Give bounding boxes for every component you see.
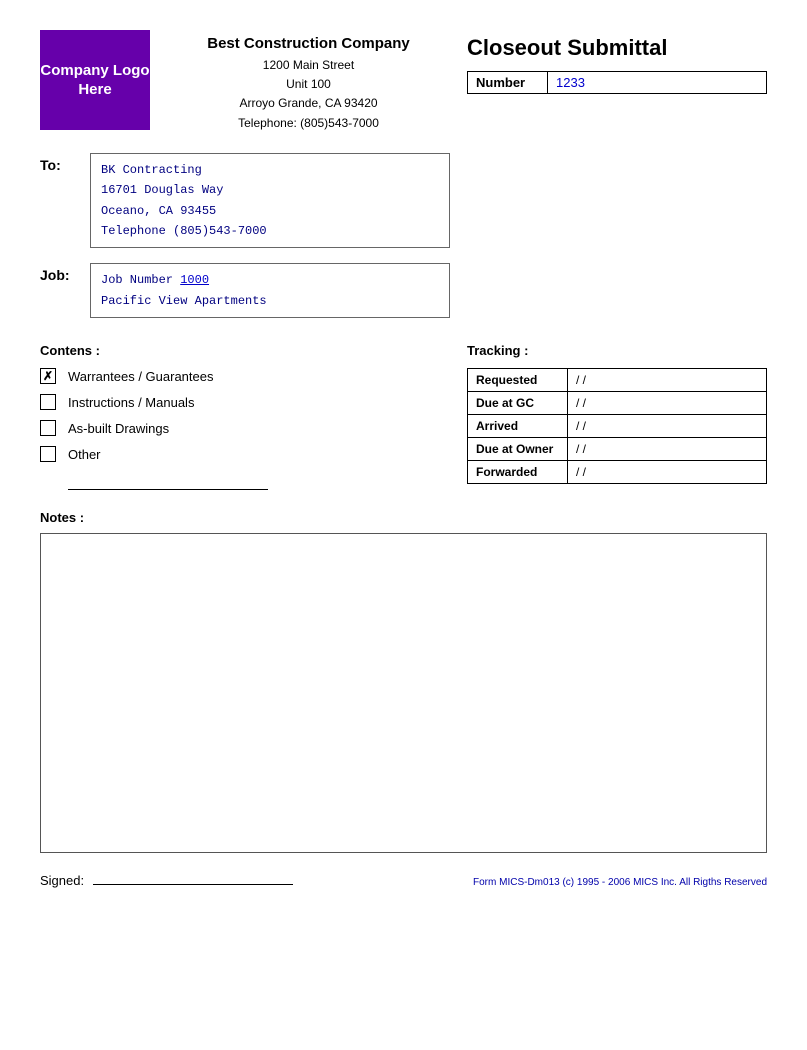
- job-section: Job: Job Number 1000 Pacific View Apartm…: [40, 263, 767, 318]
- signed-label: Signed:: [40, 873, 84, 888]
- tracking-field-2: Arrived: [468, 415, 568, 438]
- tracking-field-3: Due at Owner: [468, 438, 568, 461]
- other-underline-field: [68, 472, 268, 490]
- contents-heading: Contens :: [40, 343, 447, 358]
- checkbox-label-2: As-built Drawings: [68, 421, 169, 436]
- checkbox-item-2: As-built Drawings: [40, 420, 447, 436]
- table-row: Due at Owner / /: [468, 438, 767, 461]
- table-row: Due at GC / /: [468, 392, 767, 415]
- number-value: 1233: [548, 72, 766, 93]
- footer-copyright: Form MICS-Dm013 (c) 1995 - 2006 MICS Inc…: [473, 877, 767, 888]
- tracking-value-4: / /: [568, 461, 767, 484]
- checkbox-1[interactable]: [40, 394, 56, 410]
- notes-section: Notes :: [40, 510, 767, 853]
- checkbox-3[interactable]: [40, 446, 56, 462]
- checkbox-item-3: Other: [40, 446, 447, 462]
- table-row: Forwarded / /: [468, 461, 767, 484]
- table-row: Arrived / /: [468, 415, 767, 438]
- tracking-field-4: Forwarded: [468, 461, 568, 484]
- tracking-table: Requested / / Due at GC / / Arrived / / …: [467, 368, 767, 484]
- header: Company Logo Here Best Construction Comp…: [40, 30, 767, 133]
- checkbox-0[interactable]: ✗: [40, 368, 56, 384]
- middle-section: Contens : ✗ Warrantees / Guarantees Inst…: [40, 343, 767, 490]
- tracking-heading: Tracking :: [467, 343, 767, 358]
- tracking-field-0: Requested: [468, 369, 568, 392]
- tracking-value-3: / /: [568, 438, 767, 461]
- checkbox-label-1: Instructions / Manuals: [68, 395, 194, 410]
- submittal-title: Closeout Submittal: [467, 35, 767, 61]
- checkbox-label-0: Warrantees / Guarantees: [68, 369, 213, 384]
- contents-col: Contens : ✗ Warrantees / Guarantees Inst…: [40, 343, 447, 490]
- table-row: Requested / /: [468, 369, 767, 392]
- to-section: To: BK Contracting 16701 Douglas Way Oce…: [40, 153, 767, 249]
- signed-underline: [93, 884, 293, 885]
- job-number-line: Job Number 1000: [101, 270, 439, 290]
- checkbox-label-3: Other: [68, 447, 101, 462]
- checkbox-item-1: Instructions / Manuals: [40, 394, 447, 410]
- tracking-value-1: / /: [568, 392, 767, 415]
- submittal-section: Closeout Submittal Number 1233: [467, 30, 767, 94]
- footer: Signed: Form MICS-Dm013 (c) 1995 - 2006 …: [40, 873, 767, 888]
- number-row: Number 1233: [467, 71, 767, 94]
- tracking-col: Tracking : Requested / / Due at GC / / A…: [467, 343, 767, 490]
- signed-line: Signed:: [40, 873, 293, 888]
- tracking-value-0: / /: [568, 369, 767, 392]
- to-label: To:: [40, 153, 90, 173]
- tracking-value-2: / /: [568, 415, 767, 438]
- logo-text: Company Logo Here: [40, 61, 150, 100]
- company-logo: Company Logo Here: [40, 30, 150, 130]
- checkbox-item-0: ✗ Warrantees / Guarantees: [40, 368, 447, 384]
- to-address-box: BK Contracting 16701 Douglas Way Oceano,…: [90, 153, 450, 249]
- company-info: Best Construction Company 1200 Main Stre…: [150, 30, 467, 133]
- job-box: Job Number 1000 Pacific View Apartments: [90, 263, 450, 318]
- notes-label: Notes :: [40, 510, 767, 525]
- number-label: Number: [468, 72, 548, 93]
- company-address: 1200 Main Street Unit 100 Arroyo Grande,…: [150, 56, 467, 133]
- notes-box[interactable]: [40, 533, 767, 853]
- tracking-field-1: Due at GC: [468, 392, 568, 415]
- checkbox-2[interactable]: [40, 420, 56, 436]
- job-label: Job:: [40, 263, 90, 283]
- company-name: Best Construction Company: [150, 35, 467, 52]
